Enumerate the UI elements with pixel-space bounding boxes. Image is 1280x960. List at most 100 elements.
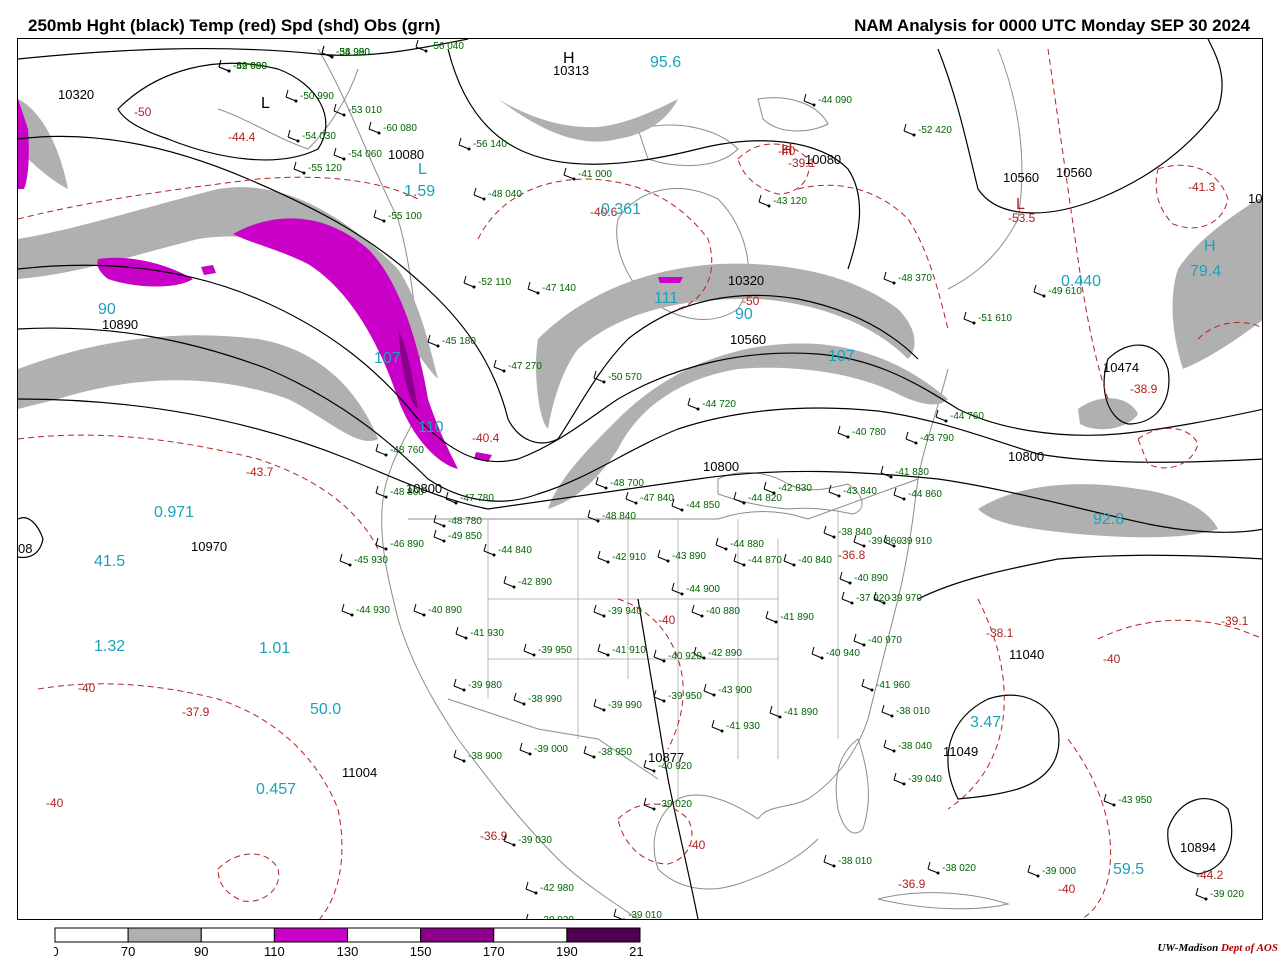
station-obs[interactable]: -50 570 [593,370,642,384]
height-label: 11004 [342,765,377,780]
station-obs[interactable]: -44 850 [671,498,720,512]
station-obs[interactable]: -48 780 [433,514,482,528]
station-obs[interactable]: -49 850 [433,529,482,543]
station-obs[interactable]: -39 020 [1195,887,1244,901]
station-obs[interactable]: -40 880 [691,604,740,618]
station-obs[interactable]: -44 090 [803,93,852,107]
speed-label: 0.361 [601,201,641,218]
station-obs[interactable]: -41 000 [563,167,612,181]
station-obs[interactable]: -48 840 [587,509,636,523]
station-obs[interactable]: -45 930 [339,553,388,567]
station-dot-icon [442,524,446,528]
station-obs[interactable]: -47 780 [445,491,494,505]
station-obs[interactable]: -50 990 [285,89,334,103]
station-obs[interactable]: -44 870 [733,553,782,567]
station-obs[interactable]: -41 890 [765,610,814,624]
station-obs[interactable]: -38 010 [823,854,872,868]
station-obs[interactable]: -42 990 [218,59,267,73]
station-obs[interactable]: -48 040 [473,187,522,201]
station-obs[interactable]: -43 120 [758,194,807,208]
station-obs[interactable]: -39 980 [453,678,502,692]
station-obs[interactable]: -44 900 [671,582,720,596]
station-obs[interactable]: -47 270 [493,359,542,373]
station-obs[interactable]: -38 980 [321,45,370,59]
station-obs[interactable]: -52 110 [463,275,512,289]
station-obs[interactable]: -43 890 [657,549,706,563]
station-obs[interactable]: -40 920 [653,649,702,663]
station-obs[interactable]: -39 040 [893,772,942,786]
station-obs[interactable]: -40 890 [413,603,462,617]
station-obs[interactable]: -39 950 [653,689,702,703]
obs-values: -55 100 [388,211,422,222]
speed-label: 110 [418,419,444,436]
station-obs[interactable]: -40 940 [811,646,860,660]
map-canvas[interactable]: 1032010313100801008010560105601081032010… [18,39,1263,920]
station-obs[interactable]: -39 010 [613,908,662,920]
station-obs[interactable]: -51 610 [963,311,1012,325]
station-obs[interactable]: -44 860 [893,487,942,501]
station-obs[interactable]: -55 100 [373,209,422,223]
station-obs[interactable]: -38 920 [526,913,574,920]
station-obs[interactable]: -44 840 [483,543,532,557]
station-obs[interactable]: -55 120 [293,161,342,175]
station-obs[interactable]: -48 700 [595,476,644,490]
temp-label: -37.9 [182,705,210,719]
station-obs[interactable]: -43 950 [1103,793,1152,807]
station-obs[interactable]: -38 040 [883,739,932,753]
station-obs[interactable]: -48 760 [375,443,424,457]
height-label: 10800 [1008,449,1044,464]
station-obs[interactable]: -60 080 [368,121,417,135]
wind-barb-icon [341,610,353,616]
station-obs[interactable]: -39 940 [593,604,642,618]
station-obs[interactable]: -41 960 [861,678,910,692]
station-dot-icon [422,613,426,617]
station-obs[interactable]: -39 000 [519,742,568,756]
station-obs[interactable]: -56 040 [415,39,464,53]
station-obs[interactable]: -41 830 [880,465,929,479]
station-obs[interactable]: -42 890 [503,575,552,589]
station-obs[interactable]: -43 790 [905,431,954,445]
station-obs[interactable]: -52 420 [903,123,952,137]
station-obs[interactable]: -38 010 [881,704,930,718]
obs-values: -43 900 [718,685,752,696]
station-obs[interactable]: -39 030 [503,833,552,847]
station-obs[interactable]: -48 370 [883,271,932,285]
station-obs[interactable]: -41 910 [597,643,646,657]
station-obs[interactable]: -54 060 [333,147,382,161]
station-obs[interactable]: -39 000 [1027,864,1076,878]
station-obs[interactable]: -39 950 [523,643,572,657]
station-obs[interactable]: -39 990 [593,698,642,712]
station-obs[interactable]: -44 880 [715,537,764,551]
station-obs[interactable]: -43 900 [703,683,752,697]
weather-map[interactable]: 1032010313100801008010560105601081032010… [17,38,1263,920]
temp-label: -40 [688,838,706,852]
station-obs[interactable]: -38 840 [823,525,872,539]
station-obs[interactable]: -54 030 [287,129,336,143]
wind-barb-icon [433,521,445,527]
station-obs[interactable]: -40 780 [837,425,886,439]
station-obs[interactable]: -39 020 [643,797,692,811]
station-obs[interactable]: -40 890 [839,571,888,585]
station-obs[interactable]: -41 890 [769,705,818,719]
station-obs[interactable]: -38 900 [453,749,502,763]
station-obs[interactable]: -47 840 [625,491,674,505]
station-obs[interactable]: -38 020 [927,861,976,875]
station-obs[interactable]: -38 950 [583,745,632,759]
station-obs[interactable]: -44 930 [341,603,390,617]
station-obs[interactable]: -38 990 [513,692,562,706]
station-obs[interactable]: -45 180 [427,334,476,348]
station-obs[interactable]: -44 760 [935,409,984,423]
station-obs[interactable]: -44 720 [687,397,736,411]
station-obs[interactable]: -41 930 [455,626,504,640]
station-obs[interactable]: -42 910 [597,550,646,564]
station-obs[interactable]: -40 840 [783,553,832,567]
station-obs[interactable]: -56 140 [458,137,507,151]
wind-barb-flag-icon [963,311,967,320]
station-obs[interactable]: -47 140 [527,281,576,295]
station-dot-icon [592,755,596,759]
station-obs[interactable]: -42 980 [525,881,574,895]
station-obs[interactable]: -49 610 [1033,284,1082,298]
station-obs[interactable]: -40 970 [853,633,902,647]
wind-barb-icon [523,650,535,656]
station-obs[interactable]: -41 930 [711,719,760,733]
